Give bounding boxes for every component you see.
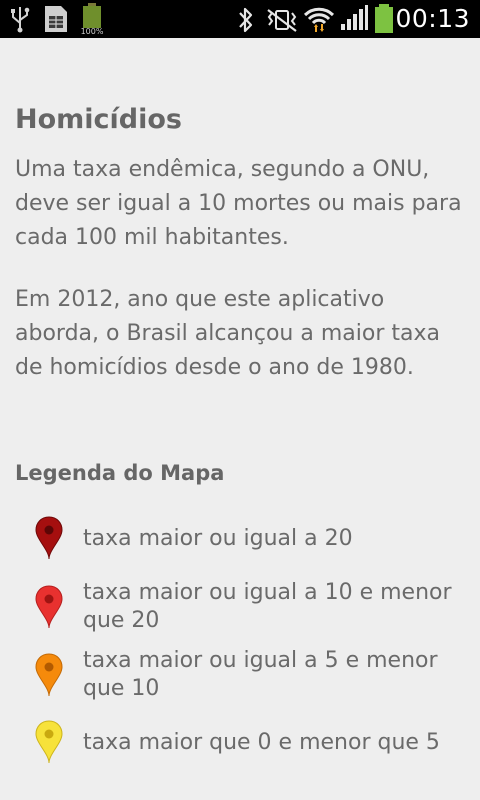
usb-icon bbox=[11, 7, 30, 33]
legend-item-label: taxa maior que 0 e menor que 5 bbox=[83, 730, 440, 755]
legend-item-label: taxa maior ou igual a 20 bbox=[83, 526, 353, 551]
battery-badge: 100% bbox=[81, 27, 104, 36]
yellow-map-pin-icon bbox=[35, 720, 63, 764]
bluetooth-icon bbox=[239, 7, 253, 33]
legend-item-label: taxa maior ou igual a 10 e menor que 20 bbox=[83, 580, 452, 633]
wifi-icon bbox=[303, 7, 335, 32]
paragraph-brazil-2012: Em 2012, ano que este aplicativo aborda,… bbox=[15, 287, 440, 380]
red-map-pin-icon bbox=[35, 585, 63, 629]
sim-card-icon bbox=[45, 6, 67, 32]
status-bar: 100% 00:13 bbox=[0, 0, 480, 38]
legend-title: Legenda do Mapa bbox=[15, 461, 225, 485]
clock: 00:13 bbox=[395, 4, 470, 33]
orange-map-pin-icon bbox=[35, 653, 63, 697]
vibrate-mute-icon bbox=[267, 9, 297, 32]
dark-red-map-pin-icon bbox=[35, 516, 63, 560]
paragraph-endemic-rate: Uma taxa endêmica, segundo a ONU, deve s… bbox=[15, 157, 462, 250]
content: Homicídios Uma taxa endêmica, segundo a … bbox=[15, 100, 470, 385]
signal-icon bbox=[341, 5, 368, 30]
legend-item-label: taxa maior ou igual a 5 e menor que 10 bbox=[83, 648, 438, 701]
battery-icon bbox=[375, 4, 393, 33]
battery-small-icon: 100% bbox=[81, 3, 104, 36]
page-title: Homicídios bbox=[15, 104, 182, 135]
